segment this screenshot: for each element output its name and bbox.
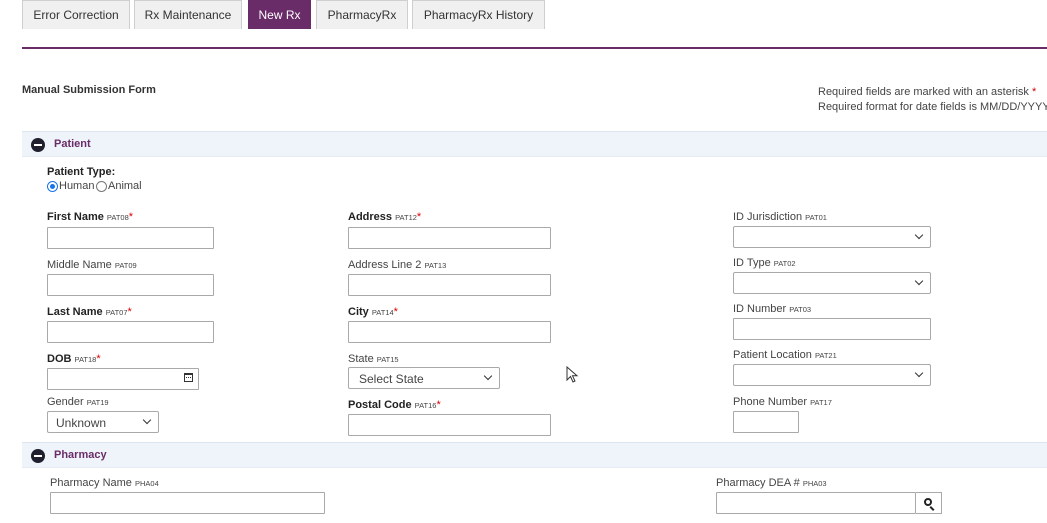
id-type-select[interactable]: [733, 272, 931, 294]
patient-section-title: Patient: [54, 138, 91, 150]
middle-name-input[interactable]: [47, 274, 214, 296]
search-icon: [924, 498, 932, 506]
state-selected-value: Select State: [359, 372, 424, 386]
minus-circle-icon[interactable]: [31, 138, 45, 152]
id-number-label: ID Number PAT03: [733, 303, 812, 315]
dob-input[interactable]: [47, 368, 199, 390]
pharmacy-dea-search-button[interactable]: [916, 492, 942, 514]
address-line-2-input[interactable]: [348, 274, 551, 296]
tab-pharmacyrx-history[interactable]: PharmacyRx History: [412, 0, 545, 29]
chevron-down-icon: [914, 368, 924, 378]
state-select[interactable]: Select State: [348, 367, 500, 389]
first-name-input[interactable]: [47, 227, 214, 249]
form-title: Manual Submission Form: [22, 84, 156, 96]
last-name-input[interactable]: [47, 321, 214, 343]
gender-select[interactable]: Unknown: [47, 411, 159, 433]
chevron-down-icon: [914, 276, 924, 286]
date-format-note: Required format for date fields is MM/DD…: [818, 101, 1047, 113]
tab-underline: [22, 47, 1047, 49]
id-jurisdiction-select[interactable]: [733, 226, 931, 248]
postal-code-label: Postal Code PAT16*: [348, 399, 441, 411]
tab-new-rx[interactable]: New Rx: [248, 0, 311, 29]
patient-section-header: Patient: [22, 131, 1047, 157]
phone-number-label: Phone Number PAT17: [733, 396, 832, 408]
city-input[interactable]: [348, 321, 551, 343]
pharmacy-name-label: Pharmacy Name PHA04: [50, 477, 159, 489]
address-line-2-label: Address Line 2 PAT13: [348, 259, 447, 271]
tab-rx-maintenance[interactable]: Rx Maintenance: [134, 0, 242, 29]
tab-error-correction[interactable]: Error Correction: [22, 0, 130, 29]
patient-location-select[interactable]: [733, 364, 931, 386]
address-input[interactable]: [348, 227, 551, 249]
middle-name-label: Middle Name PAT09: [47, 259, 137, 271]
chevron-down-icon: [914, 230, 924, 240]
pharmacy-section-title: Pharmacy: [54, 449, 107, 461]
patient-type-human-label: Human: [59, 180, 95, 192]
gender-label: Gender PAT19: [47, 396, 109, 408]
id-number-input[interactable]: [733, 318, 931, 340]
patient-location-label: Patient Location PAT21: [733, 349, 837, 361]
chevron-down-icon: [483, 371, 493, 381]
phone-number-input[interactable]: [733, 411, 799, 433]
city-label: City PAT14*: [348, 306, 398, 318]
postal-code-input[interactable]: [348, 414, 551, 436]
pharmacy-name-input[interactable]: [50, 492, 325, 514]
pharmacy-section-header: Pharmacy: [22, 442, 1047, 468]
patient-type-animal-label: Animal: [108, 180, 142, 192]
chevron-down-icon: [142, 415, 152, 425]
required-fields-note: Required fields are marked with an aster…: [818, 86, 1037, 98]
state-label: State PAT15: [348, 353, 399, 365]
address-label: Address PAT12*: [348, 211, 422, 223]
patient-type-animal-radio[interactable]: [96, 181, 107, 192]
gender-selected-value: Unknown: [56, 416, 107, 430]
first-name-label: First Name PAT08*: [47, 211, 134, 223]
id-type-label: ID Type PAT02: [733, 257, 796, 269]
patient-type-label: Patient Type:: [47, 166, 116, 178]
pharmacy-dea-input[interactable]: [716, 492, 916, 514]
minus-circle-icon[interactable]: [31, 449, 45, 463]
id-jurisdiction-label: ID Jurisdiction PAT01: [733, 211, 827, 223]
last-name-label: Last Name PAT07*: [47, 306, 132, 318]
calendar-icon[interactable]: [184, 373, 193, 382]
mouse-cursor-icon: [566, 366, 579, 383]
patient-type-human-radio[interactable]: [47, 181, 58, 192]
pharmacy-dea-label: Pharmacy DEA # PHA03: [716, 477, 827, 489]
dob-label: DOB PAT18*: [47, 353, 101, 365]
tab-pharmacyrx[interactable]: PharmacyRx: [316, 0, 408, 29]
